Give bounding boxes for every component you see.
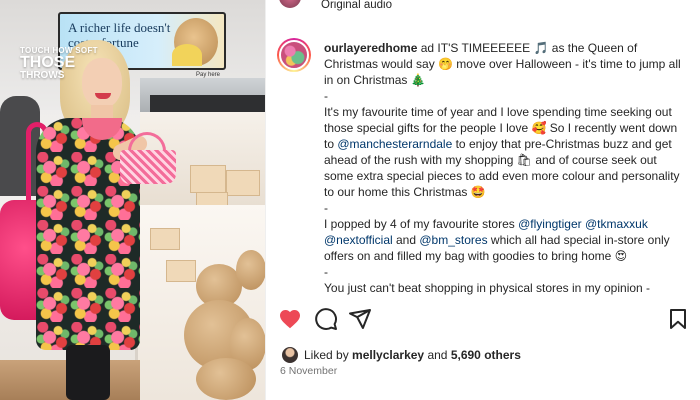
comment-icon[interactable] bbox=[314, 307, 338, 331]
bookmark-icon[interactable] bbox=[666, 307, 690, 331]
teddy-bear bbox=[196, 358, 256, 400]
caption-paragraph: You just can't beat shopping in physical… bbox=[324, 280, 689, 296]
share-icon[interactable] bbox=[348, 307, 372, 331]
caption-paragraph: I popped by 4 of my favourite stores @fl… bbox=[324, 216, 689, 264]
caption-paragraph: - bbox=[324, 200, 689, 216]
post-caption: ourlayeredhome ad IT'S TIMEEEEEE 🎵 as th… bbox=[324, 40, 689, 296]
woman-legs bbox=[66, 345, 110, 400]
gift-box bbox=[150, 228, 180, 250]
gift-box bbox=[190, 165, 226, 193]
caption-text: - bbox=[324, 201, 328, 215]
author-avatar-top[interactable] bbox=[279, 0, 301, 8]
likes-count-link[interactable]: 5,690 others bbox=[451, 348, 521, 362]
store-promo-sign: TOUCH HOW SOFT THOSE THROWS bbox=[20, 46, 110, 82]
mention-link[interactable]: @nextofficial bbox=[324, 233, 393, 247]
caption-paragraph: It's my favourite time of year and I lov… bbox=[324, 104, 689, 200]
post-date[interactable]: 6 November bbox=[280, 365, 337, 377]
author-avatar[interactable] bbox=[277, 38, 311, 72]
promo-line-2: THOSE bbox=[20, 54, 76, 71]
mention-link[interactable]: @manchesterarndale bbox=[337, 137, 452, 151]
original-audio-link[interactable]: Original audio bbox=[321, 0, 392, 11]
likes-prefix: Liked by bbox=[304, 348, 349, 362]
mention-link[interactable]: @tkmaxxuk bbox=[585, 217, 648, 231]
liker-username[interactable]: mellyclarkey bbox=[352, 348, 424, 362]
post-header-partial: Original audio bbox=[266, 0, 700, 20]
caption-text: You just can't beat shopping in physical… bbox=[324, 281, 651, 295]
teddy-bear bbox=[236, 250, 265, 290]
caption-paragraph: - bbox=[324, 264, 689, 280]
post-media-image[interactable]: A richer life doesn't cost a fortune Pay… bbox=[0, 0, 265, 400]
caption-paragraph: ourlayeredhome ad IT'S TIMEEEEEE 🎵 as th… bbox=[324, 40, 689, 88]
liker-avatar[interactable] bbox=[282, 347, 298, 363]
mention-link[interactable]: @flyingtiger bbox=[518, 217, 582, 231]
caption-text: I popped by 4 of my favourite stores bbox=[324, 217, 519, 231]
caption-text: - bbox=[324, 265, 328, 279]
gift-box bbox=[166, 260, 196, 282]
heart-filled-icon[interactable] bbox=[278, 307, 302, 331]
ad-model-shirt bbox=[172, 44, 202, 66]
caption-paragraph: - bbox=[324, 88, 689, 104]
bookmark-shape bbox=[670, 309, 686, 329]
post-actions-bar bbox=[266, 305, 700, 335]
pink-shopping-basket bbox=[120, 150, 176, 184]
caption-text: - bbox=[324, 89, 328, 103]
gift-box bbox=[226, 170, 260, 196]
caption-scroll-area[interactable]: ourlayeredhome ad IT'S TIMEEEEEE 🎵 as th… bbox=[266, 32, 700, 298]
caption-text: and bbox=[392, 233, 420, 247]
promo-line-3: THROWS bbox=[20, 70, 65, 81]
post-detail-panel: Original audio ourlayeredhome ad IT'S TI… bbox=[265, 0, 700, 400]
author-username[interactable]: ourlayeredhome bbox=[324, 41, 417, 55]
author-avatar-image bbox=[279, 40, 309, 70]
likes-connector: and bbox=[427, 348, 448, 362]
mention-link[interactable]: @bm_stores bbox=[419, 233, 487, 247]
comment-bubble bbox=[315, 308, 337, 330]
heart-shape bbox=[280, 310, 300, 329]
share-plane bbox=[349, 309, 371, 329]
likes-summary: Liked by mellyclarkey and 5,690 others bbox=[282, 346, 521, 364]
